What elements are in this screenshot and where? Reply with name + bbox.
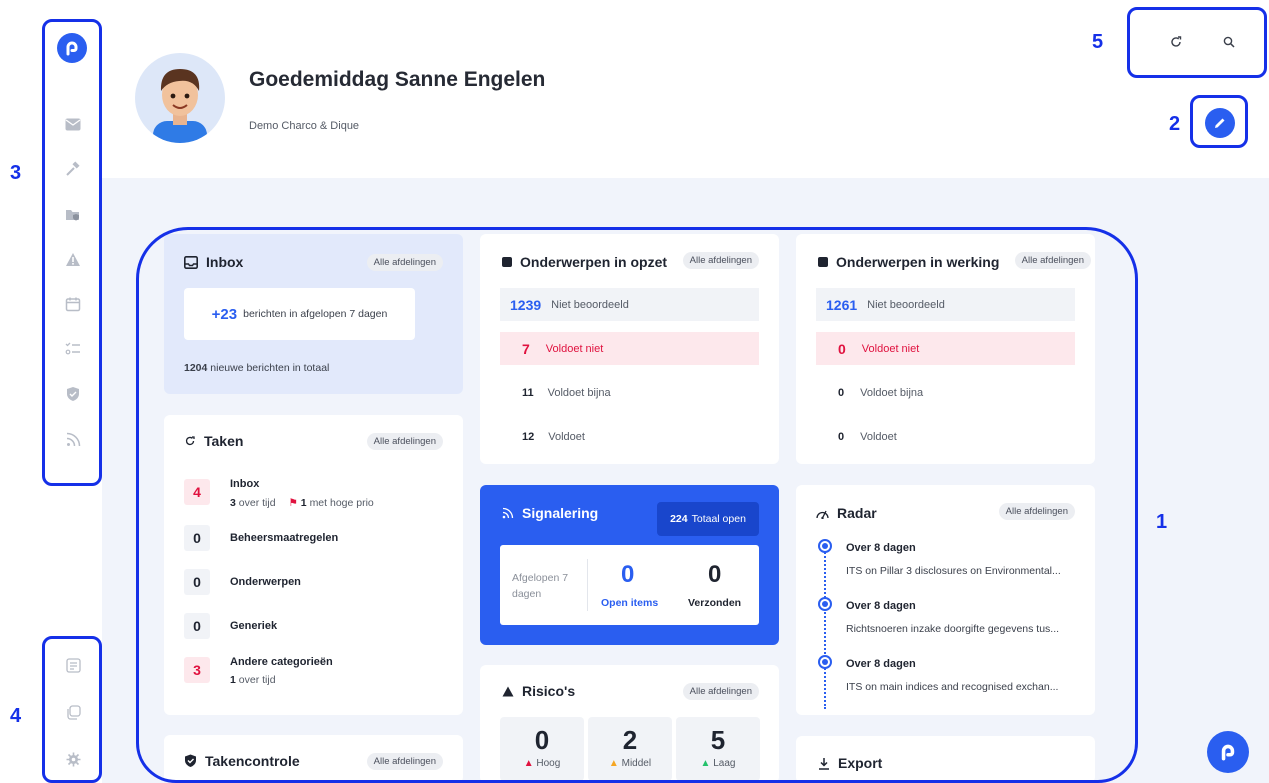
page-title: Goedemiddag Sanne Engelen (249, 68, 546, 91)
annotation-box-toolbar (1127, 7, 1267, 78)
annotation-number: 2 (1169, 113, 1181, 135)
avatar (135, 53, 225, 143)
organization-name: Demo Charco & Dique (249, 120, 360, 132)
annotation-box-sidebar-bottom (42, 636, 102, 783)
annotation-number: 5 (1092, 31, 1104, 53)
annotation-number: 1 (1156, 511, 1168, 533)
annotation-box-sidebar-top (42, 19, 102, 486)
annotation-box-dashboard (136, 227, 1138, 783)
annotation-number: 3 (10, 162, 22, 184)
logo-icon (1221, 744, 1235, 761)
chat-button[interactable] (1207, 731, 1249, 773)
annotation-box-edit (1190, 95, 1248, 148)
annotation-number: 4 (10, 705, 22, 727)
